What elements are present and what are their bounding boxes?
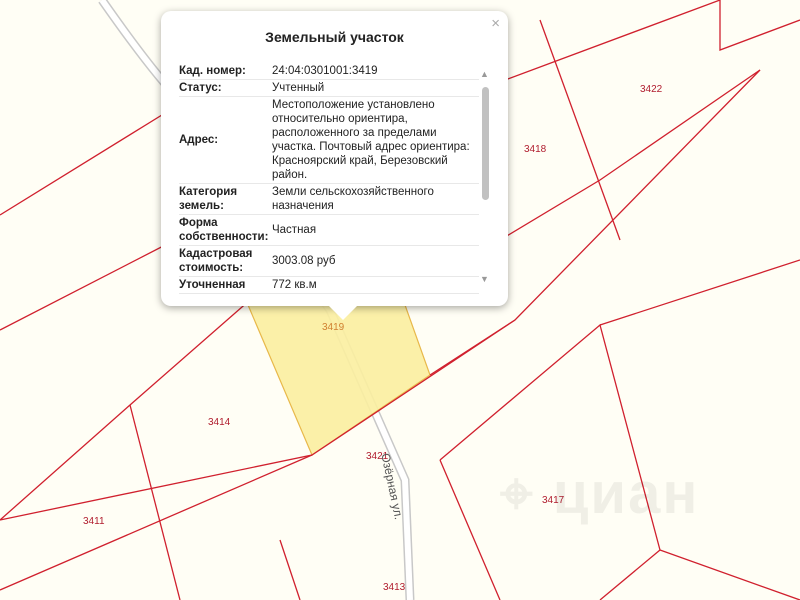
parcel-label: 3414: [208, 417, 231, 428]
parcel-info-popup: Земельный участок × Кад. номер: 24:04:030…: [161, 11, 508, 320]
attribute-row: Статус: Учтенный: [179, 79, 479, 97]
parcel-attributes-table: Кад. номер: 24:04:0301001:3419 Статус: Учте…: [179, 63, 479, 294]
attribute-key: Уточненная: [179, 276, 272, 294]
attribute-key: Кадастровая стоимость:: [179, 245, 272, 277]
attribute-value: 3003.08 руб: [272, 245, 479, 277]
attribute-key: Кад. номер:: [179, 63, 272, 80]
cian-watermark-logo: ⌖ циан: [500, 461, 700, 526]
attribute-value: Местоположение установлено относительно …: [272, 96, 479, 184]
close-icon[interactable]: ×: [491, 15, 500, 32]
parcel-label: 3418: [524, 144, 547, 155]
parcel-label: 3411: [83, 516, 105, 527]
parcel-label: 3419: [322, 322, 345, 333]
attribute-value: Учтенный: [272, 79, 479, 97]
parcel-label: 3413: [383, 582, 406, 593]
popup-content[interactable]: Кад. номер: 24:04:0301001:3419 Статус: Учте…: [179, 63, 479, 296]
attribute-row: Категория земель: Земли сельскохозяйствен…: [179, 183, 479, 215]
attribute-row: Форма собственности: Частная: [179, 214, 479, 246]
attribute-value: Земли сельскохозяйственного назначения: [272, 183, 479, 215]
attribute-row: Кад. номер: 24:04:0301001:3419: [179, 63, 479, 80]
attribute-value: Частная: [272, 214, 479, 246]
scroll-up-arrow-icon[interactable]: ▲: [480, 69, 489, 79]
attribute-row: Уточненная 772 кв.м: [179, 276, 479, 294]
parcel-label: 3422: [640, 84, 663, 95]
scrollbar-thumb[interactable]: [482, 87, 489, 200]
attribute-row: Адрес: Местоположение установлено относит…: [179, 96, 479, 184]
scroll-down-arrow-icon[interactable]: ▼: [480, 274, 489, 284]
popup-title: Земельный участок: [265, 29, 404, 45]
attribute-key: Адрес:: [179, 96, 272, 184]
attribute-key: Категория земель:: [179, 183, 272, 215]
attribute-row: Кадастровая стоимость: 3003.08 руб: [179, 245, 479, 277]
attribute-value: 24:04:0301001:3419: [272, 63, 479, 80]
attribute-value: 772 кв.м: [272, 276, 479, 294]
attribute-key: Статус:: [179, 79, 272, 97]
attribute-key: Форма собственности:: [179, 214, 272, 246]
popup-scrollbar[interactable]: ▲ ▼: [479, 69, 491, 284]
